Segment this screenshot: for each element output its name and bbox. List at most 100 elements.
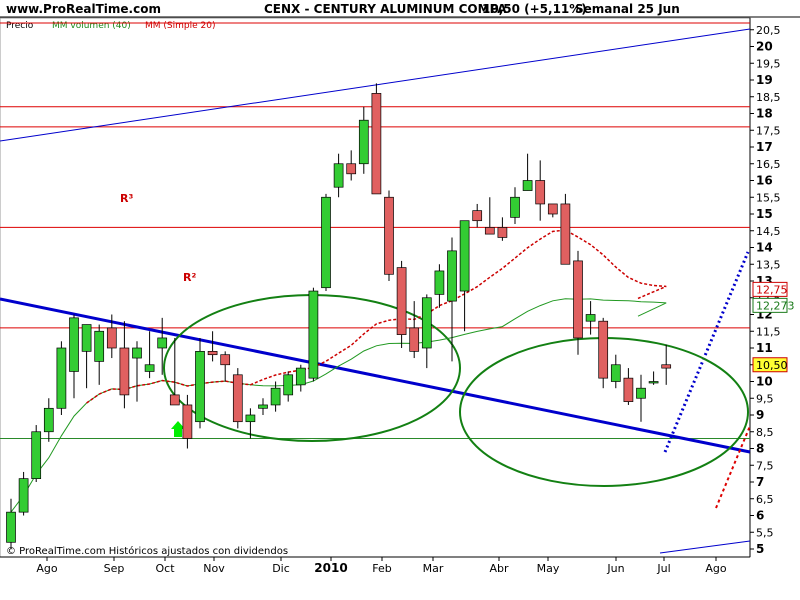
candle-body — [333, 163, 344, 188]
candle[interactable] — [610, 354, 621, 389]
candle[interactable] — [321, 193, 331, 292]
candle[interactable] — [522, 153, 533, 191]
candle-body — [232, 374, 243, 423]
candle[interactable] — [384, 190, 394, 281]
candle[interactable] — [157, 317, 168, 375]
candle[interactable] — [18, 471, 29, 516]
candle[interactable] — [484, 197, 495, 235]
candle[interactable] — [421, 294, 432, 369]
candle[interactable] — [497, 217, 508, 241]
candle-body — [358, 119, 369, 165]
y-tick-label: 15,5 — [756, 191, 781, 204]
y-tick-label: 19,5 — [756, 57, 781, 70]
candle[interactable] — [409, 301, 420, 359]
candle[interactable] — [31, 425, 42, 482]
candle-body — [409, 327, 420, 352]
candle-body — [6, 511, 16, 543]
candle[interactable] — [295, 364, 306, 392]
y-tick-label: 14,5 — [756, 225, 781, 238]
tag-label: 12,75 — [756, 283, 788, 296]
candle[interactable] — [308, 287, 319, 382]
x-tick-label: Ago — [36, 562, 58, 575]
candle-body — [207, 351, 218, 356]
candle[interactable] — [661, 344, 672, 385]
candle-body — [497, 227, 508, 238]
candle-body — [195, 351, 205, 423]
candle-body — [31, 431, 42, 480]
candle[interactable] — [396, 260, 407, 348]
candlestick-chart[interactable]: www.ProRealTime.com CENX - CENTURY ALUMI… — [0, 0, 800, 600]
candle-body — [119, 347, 130, 396]
candle[interactable] — [182, 394, 193, 449]
candle-body — [510, 196, 520, 218]
candle[interactable] — [333, 153, 344, 198]
tag-label: 10,50 — [756, 359, 788, 372]
footer-copyright: © ProRealTime.com Históricos ajustados c… — [6, 545, 288, 557]
y-tick-label: 19 — [756, 73, 773, 87]
candle[interactable] — [560, 193, 571, 265]
candle[interactable] — [69, 314, 79, 399]
site-label[interactable]: www.ProRealTime.com — [6, 2, 161, 16]
candle[interactable] — [195, 337, 205, 429]
candle-body — [610, 364, 621, 382]
x-tick-label: Jul — [656, 562, 670, 575]
candle-body — [384, 196, 394, 275]
y-tick-label: 18 — [756, 107, 773, 121]
ma40-value-tag: 12,273 — [752, 297, 795, 313]
candle[interactable] — [459, 220, 470, 332]
x-tick-label: Jun — [606, 562, 624, 575]
x-tick-label: 2010 — [314, 561, 347, 575]
candle[interactable] — [623, 368, 634, 405]
candle[interactable] — [132, 341, 142, 402]
candles-group[interactable] — [6, 83, 672, 549]
candle-body — [321, 196, 331, 289]
candle-body — [157, 337, 168, 349]
candle[interactable] — [6, 498, 16, 549]
candle[interactable] — [636, 374, 646, 422]
candle[interactable] — [547, 203, 558, 218]
x-tick-label: Dic — [272, 562, 290, 575]
candle[interactable] — [598, 317, 609, 389]
candle-body — [661, 364, 672, 369]
candle-body — [169, 394, 180, 406]
y-tick-label: 18,5 — [756, 91, 781, 104]
period-label: Semanal 25 Jun — [575, 2, 680, 16]
x-tick-label: Sep — [104, 562, 125, 575]
candle-body — [447, 250, 457, 302]
candle[interactable] — [648, 371, 659, 385]
y-tick-label: 10 — [756, 375, 773, 389]
candle[interactable] — [358, 106, 369, 174]
y-tick-label: 13,5 — [756, 258, 781, 271]
candle[interactable] — [510, 187, 520, 225]
candle[interactable] — [447, 237, 457, 362]
candle[interactable] — [144, 331, 155, 379]
candle[interactable] — [585, 301, 596, 335]
candle[interactable] — [258, 398, 268, 415]
candle[interactable] — [56, 341, 67, 415]
candle-body — [81, 324, 92, 352]
candle-body — [182, 404, 193, 439]
candle[interactable] — [119, 321, 130, 409]
candle[interactable] — [220, 351, 231, 382]
candle-body — [484, 227, 495, 235]
candle[interactable] — [232, 368, 243, 429]
y-tick-label: 11 — [756, 341, 773, 355]
candle-body — [535, 180, 546, 205]
y-tick-label: 7 — [756, 475, 764, 489]
candle[interactable] — [346, 150, 357, 181]
candle[interactable] — [207, 331, 218, 362]
y-tick-label: 6,5 — [756, 493, 774, 506]
y-tick-label: 5 — [756, 542, 764, 556]
candle[interactable] — [535, 160, 546, 221]
candle[interactable] — [434, 264, 445, 308]
chart-window: www.ProRealTime.com CENX - CENTURY ALUMI… — [0, 0, 800, 600]
y-tick-label: 17 — [756, 140, 773, 154]
candle[interactable] — [472, 203, 483, 228]
candle[interactable] — [81, 324, 92, 389]
candle[interactable] — [43, 398, 54, 442]
candle[interactable] — [283, 371, 294, 402]
candle-body — [459, 220, 470, 292]
candle[interactable] — [94, 324, 105, 385]
candle[interactable] — [169, 337, 180, 406]
candle[interactable] — [371, 83, 382, 195]
